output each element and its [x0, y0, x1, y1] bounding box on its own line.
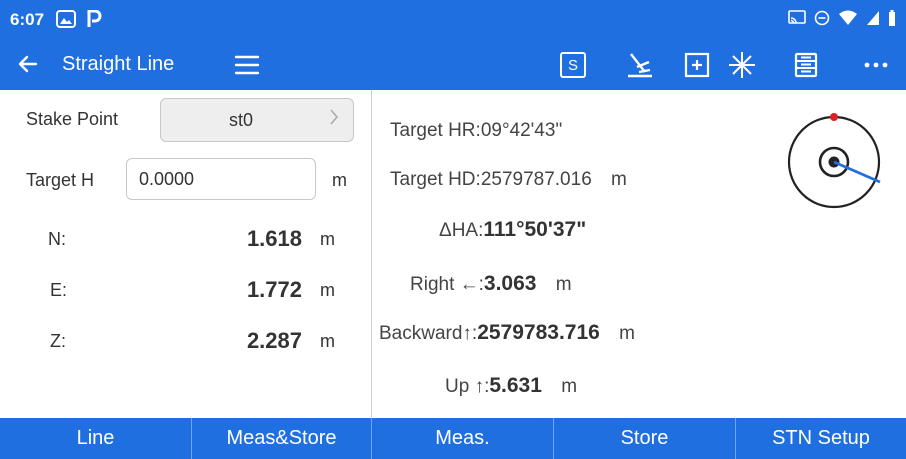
target-hr-value: 09°42'43"	[480, 120, 563, 141]
z-label: Z:	[50, 331, 66, 351]
up-unit: m	[561, 376, 578, 397]
up-label: Up ↑:	[445, 376, 490, 397]
meas-button[interactable]: Meas.	[372, 418, 554, 459]
stake-person-icon[interactable]	[624, 49, 656, 81]
meas-store-button[interactable]: Meas&Store	[192, 418, 372, 459]
page-title: Straight Line	[62, 53, 175, 75]
target-hr-label: Target HR:	[390, 120, 481, 141]
battery-icon	[888, 10, 896, 31]
target-h-input[interactable]	[126, 158, 316, 200]
gallery-icon	[56, 10, 76, 33]
z-value: 2.287	[246, 328, 302, 353]
hamburger-menu-icon[interactable]	[232, 52, 262, 78]
backward-unit: m	[619, 323, 635, 344]
compass-north-marker	[830, 113, 838, 121]
backward-row: Backward↑:2579783.716 m	[379, 321, 635, 345]
dha-value: 111°50'37"	[483, 218, 587, 241]
parking-app-icon	[86, 9, 102, 33]
target-hd-label: Target HD:	[390, 169, 481, 190]
up-value: 5.631	[489, 374, 542, 397]
z-unit: m	[320, 331, 335, 351]
more-icon[interactable]	[860, 49, 892, 81]
target-hd-unit: m	[611, 169, 627, 190]
e-unit: m	[320, 280, 335, 300]
status-bar: 6:07	[0, 0, 906, 40]
app-bar: Straight Line S	[0, 40, 906, 90]
compass-widget	[784, 110, 884, 210]
do-not-disturb-icon	[814, 10, 830, 31]
list-icon[interactable]	[790, 49, 822, 81]
target-h-unit: m	[332, 170, 347, 190]
target-hd-row: Target HD:2579787.016 m	[390, 169, 627, 191]
stn-setup-button[interactable]: STN Setup	[736, 418, 906, 459]
bottom-toolbar: Line Meas&Store Meas. Store STN Setup	[0, 418, 906, 459]
dha-label: ΔHA:	[439, 220, 484, 241]
target-h-label: Target H	[26, 170, 95, 190]
store-button[interactable]: Store	[554, 418, 736, 459]
crosshair-icon[interactable]	[726, 49, 758, 81]
chevron-right-icon	[329, 108, 339, 132]
n-unit: m	[320, 229, 335, 249]
dha-row: ΔHA:111°50'37"	[439, 218, 586, 242]
target-hd-value: 2579787.016	[480, 169, 592, 190]
right-unit: m	[555, 274, 572, 295]
status-time: 6:07	[10, 10, 45, 29]
s-icon: S	[560, 52, 586, 78]
right-panel: Target HR:09°42'43" Target HD:2579787.01…	[372, 90, 906, 418]
target-box-icon[interactable]	[681, 49, 713, 81]
right-label: Right ←:	[410, 274, 484, 295]
backward-label: Backward↑:	[379, 323, 478, 344]
e-value: 1.772	[246, 277, 302, 302]
n-label: N:	[48, 229, 66, 249]
cast-icon	[788, 10, 806, 31]
target-hr-row: Target HR:09°42'43"	[390, 120, 562, 142]
line-button[interactable]: Line	[0, 418, 192, 459]
n-value: 1.618	[246, 226, 302, 251]
s-mode-button[interactable]: S	[557, 49, 589, 81]
right-value: 3.063	[483, 272, 537, 295]
backward-value: 2579783.716	[477, 321, 600, 344]
wifi-icon	[838, 10, 858, 31]
stake-point-selector[interactable]: st0	[160, 98, 354, 142]
stake-point-value: st0	[228, 110, 253, 130]
right-row: Right ←:3.063 m	[410, 272, 572, 296]
left-panel: Stake Point st0 Target H m N: 1.618 m E:…	[0, 90, 372, 418]
e-label: E:	[50, 280, 68, 300]
stake-point-label: Stake Point	[26, 109, 119, 129]
signal-icon	[866, 10, 880, 31]
back-arrow-icon[interactable]	[14, 50, 42, 78]
up-row: Up ↑:5.631 m	[445, 374, 577, 398]
